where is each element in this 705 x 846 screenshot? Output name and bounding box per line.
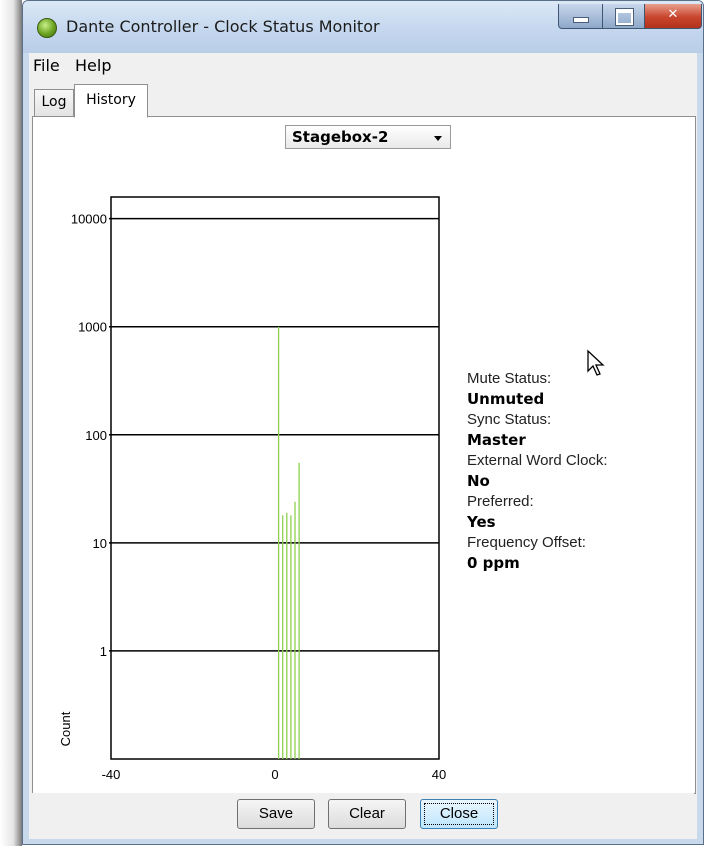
preferred-label: Preferred:	[467, 493, 534, 510]
maximize-button[interactable]	[602, 4, 646, 29]
preferred-value: Yes	[467, 513, 496, 531]
window-title: Dante Controller - Clock Status Monitor	[66, 17, 380, 36]
y-tick-label: 100	[85, 428, 107, 443]
menu-help[interactable]: Help	[75, 56, 111, 75]
x-tick-label: 0	[271, 767, 278, 782]
y-tick-label: 1	[100, 644, 107, 659]
sync-status-value: Master	[467, 431, 526, 449]
tab-history[interactable]: History	[74, 84, 148, 118]
clear-button[interactable]: Clear	[328, 799, 406, 829]
minimize-button[interactable]	[558, 4, 604, 29]
mute-status-value: Unmuted	[467, 390, 545, 408]
y-tick-label: 1000	[78, 320, 107, 335]
minimize-icon	[573, 17, 589, 23]
y-axis-label: Count	[58, 711, 73, 746]
tab-log[interactable]: Log	[34, 89, 74, 116]
button-bar: Save Clear Close	[32, 793, 694, 839]
sync-status-label: Sync Status:	[467, 411, 552, 428]
frequency-offset-label: Frequency Offset:	[467, 534, 586, 551]
y-tick-label: 10	[93, 536, 107, 551]
word-clock-label: External Word Clock:	[467, 452, 608, 469]
close-icon: ✕	[667, 7, 679, 22]
x-tick-label: -40	[102, 767, 121, 782]
close-window-button[interactable]: ✕	[644, 4, 702, 29]
title-bar[interactable]: Dante Controller - Clock Status Monitor …	[23, 1, 703, 53]
word-clock-value: No	[467, 472, 490, 490]
mouse-cursor-icon	[587, 349, 605, 376]
mute-status-label: Mute Status:	[467, 370, 552, 387]
y-tick-label: 10000	[71, 212, 107, 227]
menu-bar: File Help	[29, 53, 697, 80]
plot-area	[110, 196, 440, 760]
focus-rectangle	[424, 803, 494, 825]
clock-status-window: Dante Controller - Clock Status Monitor …	[22, 0, 704, 845]
x-tick-label: 40	[432, 767, 446, 782]
save-button[interactable]: Save	[237, 799, 315, 829]
history-panel: Stagebox-2 10000 1000 100 10 1 -40 0 40 Count Mu…	[32, 116, 696, 794]
clock-history-chart: 10000 1000 100 10 1 -40 0 40 Count	[58, 196, 446, 782]
frequency-offset-value: 0 ppm	[467, 554, 520, 572]
status-panel: Mute Status: Unmuted Sync Status: Master…	[467, 369, 677, 574]
desktop-background	[0, 0, 22, 846]
close-button[interactable]: Close	[420, 799, 498, 829]
dante-app-icon	[37, 18, 57, 38]
client-area: Log History Stagebox-2 10000 1000 100 10 1 -4…	[29, 79, 697, 839]
menu-file[interactable]: File	[33, 56, 60, 75]
maximize-icon	[615, 8, 634, 26]
